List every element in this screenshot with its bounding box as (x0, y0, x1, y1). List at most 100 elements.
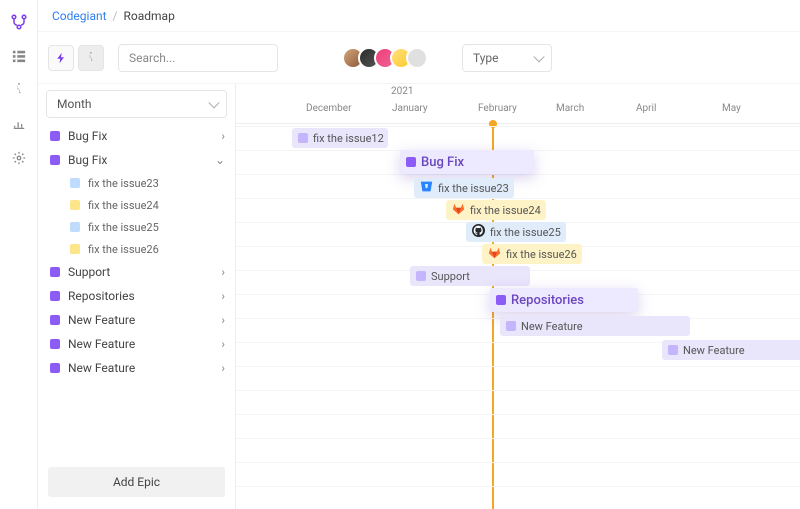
month-label: April (636, 103, 656, 114)
chevron-right-icon: › (221, 265, 225, 279)
gantt-bar-label: fix the issue26 (506, 248, 577, 261)
epic-row[interactable]: Repositories› (38, 284, 235, 308)
epic-tree-panel: Month Bug Fix›Bug Fix⌄fix the issue23fix… (38, 84, 236, 509)
search-input[interactable]: Search... (118, 44, 278, 72)
color-swatch (298, 133, 308, 143)
github-icon (472, 224, 485, 240)
gantt-bar-label: fix the issue12 (313, 132, 384, 145)
avatar-more[interactable] (406, 47, 428, 69)
analytics-icon[interactable] (11, 116, 27, 132)
color-swatch (50, 155, 60, 165)
epic-label: Bug Fix (68, 129, 221, 143)
filter-lightning-button[interactable] (48, 45, 74, 71)
chevron-down-icon: ⌄ (215, 153, 225, 167)
settings-icon[interactable] (11, 150, 27, 166)
epic-row[interactable]: New Feature› (38, 332, 235, 356)
bitbucket-icon (420, 180, 433, 196)
issue-label: fix the issue25 (88, 221, 225, 234)
epic-label: New Feature (68, 313, 221, 327)
chevron-right-icon: › (221, 313, 225, 327)
epic-row[interactable]: New Feature› (38, 356, 235, 380)
epic-label: Repositories (68, 289, 221, 303)
color-swatch (50, 315, 60, 325)
add-epic-button[interactable]: Add Epic (48, 467, 225, 497)
sprint-icon[interactable] (11, 82, 27, 98)
gantt-bar-label: New Feature (683, 344, 745, 357)
issue-label: fix the issue23 (88, 177, 225, 190)
list-icon[interactable] (11, 48, 27, 64)
color-swatch (70, 244, 80, 254)
issue-row[interactable]: fix the issue26 (38, 238, 235, 260)
gantt-year: 2021 (391, 86, 413, 97)
color-swatch (50, 131, 60, 141)
nav-rail (0, 0, 38, 509)
epic-label: New Feature (68, 337, 221, 351)
epic-label: Bug Fix (68, 153, 215, 167)
type-select[interactable]: Type (462, 44, 552, 72)
breadcrumb: Codegiant / Roadmap (38, 0, 800, 32)
gantt-bar[interactable]: fix the issue12 (292, 128, 388, 148)
chevron-right-icon: › (221, 337, 225, 351)
assignee-avatars[interactable] (342, 47, 428, 69)
gantt-bar[interactable]: fix the issue24 (446, 200, 546, 220)
issue-label: fix the issue26 (88, 243, 225, 256)
time-scale-select[interactable]: Month (46, 90, 227, 118)
epic-label: New Feature (68, 361, 221, 375)
gantt-bar[interactable]: Repositories (490, 288, 638, 312)
color-swatch (50, 267, 60, 277)
gantt-bar[interactable]: fix the issue23 (414, 178, 514, 198)
toolbar: Search... Type (38, 32, 800, 84)
color-swatch (506, 321, 516, 331)
epic-label: Support (68, 265, 221, 279)
gantt-bar[interactable]: Bug Fix (400, 150, 534, 174)
filter-sprint-button[interactable] (78, 45, 104, 71)
month-label: February (478, 103, 517, 114)
color-swatch (70, 200, 80, 210)
gantt-bar-label: Support (431, 270, 470, 283)
gantt-chart[interactable]: 2021 December January February March April Ma… (236, 84, 800, 509)
issue-row[interactable]: fix the issue24 (38, 194, 235, 216)
gantt-bar[interactable]: Support (410, 266, 530, 286)
color-swatch (70, 178, 80, 188)
chevron-right-icon: › (221, 129, 225, 143)
color-swatch (50, 291, 60, 301)
gantt-header: 2021 December January February March April Ma… (236, 84, 800, 124)
gantt-bar-label: Repositories (511, 293, 584, 308)
gitlab-icon (488, 246, 501, 262)
gantt-bar-label: fix the issue24 (470, 204, 541, 217)
gantt-bar-label: fix the issue23 (438, 182, 509, 195)
gantt-bar[interactable]: New Feature (500, 316, 690, 336)
color-swatch (416, 271, 426, 281)
month-label: March (556, 103, 584, 114)
gantt-bar[interactable]: fix the issue26 (482, 244, 582, 264)
epic-row[interactable]: New Feature› (38, 308, 235, 332)
epic-row[interactable]: Support› (38, 260, 235, 284)
month-label: December (306, 103, 351, 114)
issue-label: fix the issue24 (88, 199, 225, 212)
breadcrumb-app[interactable]: Codegiant (52, 9, 107, 23)
color-swatch (50, 339, 60, 349)
month-label: May (722, 103, 741, 114)
color-swatch (406, 157, 416, 167)
epic-row[interactable]: Bug Fix› (38, 124, 235, 148)
epic-row[interactable]: Bug Fix⌄ (38, 148, 235, 172)
gantt-bar-label: New Feature (521, 320, 583, 333)
gantt-bar-label: Bug Fix (421, 155, 464, 170)
issue-row[interactable]: fix the issue23 (38, 172, 235, 194)
gantt-bar[interactable]: fix the issue25 (466, 222, 566, 242)
month-label: January (392, 103, 428, 114)
roadmap-icon[interactable] (11, 14, 27, 30)
chevron-right-icon: › (221, 289, 225, 303)
breadcrumb-sep: / (113, 9, 118, 23)
gitlab-icon (452, 202, 465, 218)
color-swatch (50, 363, 60, 373)
color-swatch (668, 345, 678, 355)
issue-row[interactable]: fix the issue25 (38, 216, 235, 238)
chevron-right-icon: › (221, 361, 225, 375)
breadcrumb-page: Roadmap (123, 9, 174, 23)
gantt-bar[interactable]: New Feature (662, 340, 800, 360)
epic-tree: Bug Fix›Bug Fix⌄fix the issue23fix the i… (38, 124, 235, 461)
color-swatch (496, 295, 506, 305)
color-swatch (70, 222, 80, 232)
gantt-bar-label: fix the issue25 (490, 226, 561, 239)
